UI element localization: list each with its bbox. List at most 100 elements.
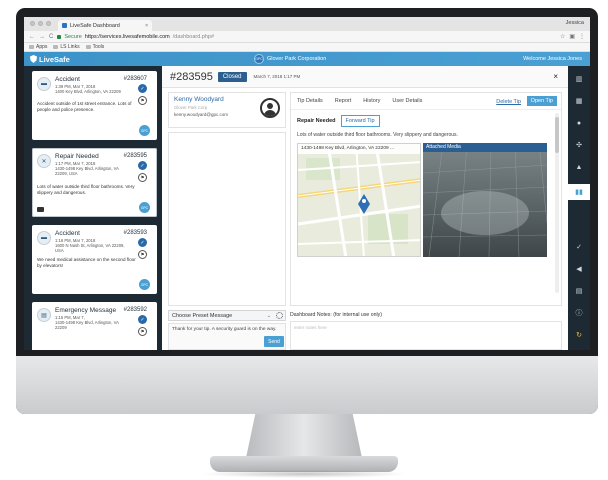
open-tip-button[interactable]: Open Tip (526, 96, 557, 106)
url-host: https://services.livesafemobile.com (84, 33, 170, 40)
user-icon[interactable]: ● (574, 118, 584, 128)
chat-thread (168, 132, 286, 306)
tip-card[interactable]: ▬ Accident #283607 1:39 PM, Mar 7, 2018 … (32, 71, 157, 140)
network-icon[interactable]: ✣ (574, 140, 584, 150)
forward-icon[interactable]: → (39, 34, 45, 40)
tip-category: Repair Needed (297, 118, 336, 124)
tip-card[interactable]: ▤ Emergency Message #283592 1:15 PM, Mar… (32, 302, 157, 350)
map-graphic (298, 144, 420, 256)
tip-number: #283607 (123, 76, 147, 82)
app-body: ▬ Accident #283607 1:39 PM, Mar 7, 2018 … (24, 66, 590, 350)
star-icon[interactable]: ☆ (560, 33, 565, 40)
browser-tab[interactable]: LiveSafe Dashboard × (58, 20, 152, 31)
preset-placeholder: Choose Preset Message (172, 312, 233, 319)
camera-icon (37, 207, 44, 212)
wrench-icon: ✕ (37, 154, 51, 168)
tip-description: Lots of water outside third floor bathro… (37, 184, 135, 195)
reload-icon[interactable]: C (49, 34, 53, 40)
tab-tip-details[interactable]: Tip Details (297, 98, 323, 104)
tip-number: #283592 (123, 307, 147, 313)
favicon-icon (62, 23, 67, 28)
notes-label: Dashboard Notes: (for internal use only) (290, 312, 382, 318)
shield-logo-icon (30, 55, 37, 63)
check-icon[interactable]: ✓ (138, 238, 147, 247)
attached-media[interactable]: Attached Media (423, 143, 547, 257)
tip-address: 1600 N Nash St, Arlington, VA 22209, USA (55, 243, 125, 254)
tip-card[interactable]: ▬ Accident #283593 1:16 PM, Mar 7, 2018 … (32, 225, 157, 294)
bookmark-ls-links[interactable]: LS Links (53, 44, 80, 50)
profile-name[interactable]: Jessica (566, 20, 584, 26)
tip-timestamp: March 7, 2018 1:17 PM (253, 74, 301, 79)
extension-icon[interactable]: ▣ (569, 33, 575, 40)
tip-tabs-panel: Tip Details Report History User Details … (290, 92, 562, 306)
check-icon[interactable]: ✓ (138, 161, 147, 170)
back-icon[interactable]: ← (29, 34, 35, 40)
bookmarks-bar: Apps LS Links Tools (24, 43, 590, 52)
gear-icon[interactable] (276, 312, 283, 319)
building-icon[interactable]: ▦ (574, 96, 584, 106)
tab-title: LiveSafe Dashboard (70, 22, 120, 29)
map-address: 1430-1498 Key Blvd, Arlington, VA 22209 … (298, 144, 420, 154)
analytics-icon[interactable]: ▮▮ (568, 184, 590, 200)
preset-message-select[interactable]: Choose Preset Message ⌄ (168, 310, 286, 321)
window-controls (30, 21, 51, 26)
secure-label: Secure (64, 33, 82, 40)
url-field[interactable]: Secure https://services.livesafemobile.c… (57, 34, 556, 40)
tip-panel-scrollbar[interactable] (555, 113, 559, 293)
monitor-shadow (200, 470, 408, 478)
tip-number: #283593 (123, 230, 147, 236)
triangle-icon[interactable]: ▲ (574, 162, 584, 172)
tip-category-row: Repair Needed Forward Tip (297, 115, 380, 127)
close-window-button[interactable] (30, 21, 35, 26)
livesafe-logo[interactable]: LiveSafe (30, 55, 70, 64)
tip-type: Accident (55, 230, 80, 237)
document-icon[interactable]: ▤ (574, 286, 584, 296)
flag-icon[interactable]: ⚑ (138, 173, 147, 182)
folder-icon (53, 45, 59, 49)
notes-input[interactable]: enter notes here (290, 321, 562, 350)
welcome-message[interactable]: Welcome Jessica Jones (523, 56, 582, 62)
checkmark-icon[interactable]: ✓ (574, 242, 584, 252)
url-path: /dashboard.php# (172, 33, 215, 40)
check-icon[interactable]: ✓ (138, 84, 147, 93)
location-map[interactable]: 1430-1498 Key Blvd, Arlington, VA 22209 … (297, 143, 421, 257)
car-crash-icon: ▬ (37, 231, 51, 245)
tip-detail-number: #283595 (170, 70, 213, 83)
flag-icon[interactable]: ⚑ (138, 96, 147, 105)
tab-close-icon[interactable]: × (145, 23, 148, 29)
tip-address: 1430-1498 Key Blvd, Arlington, VA 22209 (55, 320, 119, 331)
tip-detail-panel: #283595 Closed March 7, 2018 1:17 PM × K… (162, 66, 568, 350)
tip-card-selected[interactable]: ✕ Repair Needed #283595 1:17 PM, Mar 7, … (32, 148, 157, 217)
apps-grid-icon (29, 45, 34, 49)
media-photo (423, 143, 547, 257)
minimize-window-button[interactable] (38, 21, 43, 26)
org-name: Glover Park Corporation (267, 56, 327, 62)
screen: LiveSafe Dashboard × Jessica ← → C Secur… (24, 17, 590, 350)
tip-address: 1400 Key Blvd, Arlington, VA 22209 (55, 89, 121, 94)
megaphone-icon[interactable]: ◀ (574, 264, 584, 274)
tab-report[interactable]: Report (335, 98, 352, 104)
flag-icon[interactable]: ⚑ (138, 327, 147, 336)
menu-icon[interactable]: ⋮ (579, 33, 585, 40)
tab-history[interactable]: History (363, 98, 380, 104)
logo-text: LiveSafe (39, 54, 70, 64)
logout-icon[interactable]: ↻ (574, 330, 584, 340)
bookmark-apps[interactable]: Apps (29, 44, 47, 50)
send-button[interactable]: Send (264, 336, 284, 347)
car-crash-icon: ▬ (37, 77, 51, 91)
tab-user-details[interactable]: User Details (392, 98, 422, 104)
delete-tip-link[interactable]: Delete Tip (496, 99, 521, 105)
avatar-icon (260, 98, 280, 118)
status-badge[interactable]: Closed (217, 71, 247, 82)
organization-selector[interactable]: GPC Glover Park Corporation (254, 54, 326, 64)
info-icon[interactable]: ⓘ (574, 308, 584, 318)
maximize-window-button[interactable] (46, 21, 51, 26)
columns-icon[interactable]: ▥ (574, 74, 584, 84)
flag-icon[interactable]: ⚑ (138, 250, 147, 259)
app-header: LiveSafe GPC Glover Park Corporation Wel… (24, 52, 590, 66)
org-badge: GPC (139, 125, 150, 136)
close-icon[interactable]: × (553, 72, 558, 81)
forward-tip-button[interactable]: Forward Tip (340, 115, 380, 127)
bookmark-tools[interactable]: Tools (85, 44, 104, 50)
check-icon[interactable]: ✓ (138, 315, 147, 324)
